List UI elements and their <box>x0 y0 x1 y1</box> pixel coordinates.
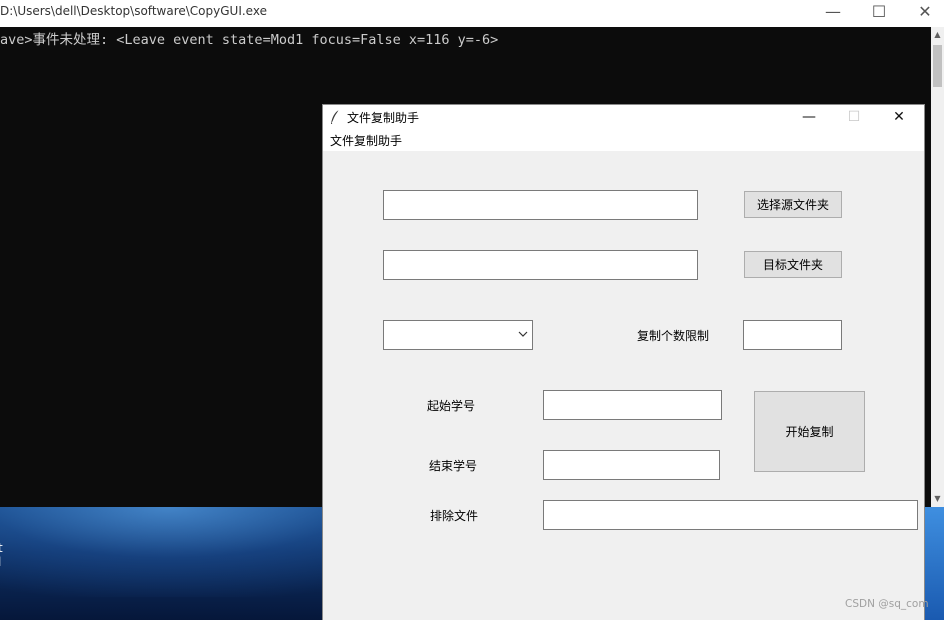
chevron-down-icon[interactable] <box>518 330 528 338</box>
desktop-icon-label-fragment: tl <box>0 541 3 569</box>
option-combobox[interactable] <box>383 320 533 350</box>
console-window-title: D:\Users\dell\Desktop\software\CopyGUI.e… <box>0 4 267 18</box>
target-folder-input[interactable] <box>383 250 698 280</box>
console-close-button[interactable]: ✕ <box>910 2 940 24</box>
app-menu-item[interactable]: 文件复制助手 <box>330 132 402 149</box>
app-menubar: 文件复制助手 <box>323 130 924 151</box>
exclude-files-label: 排除文件 <box>430 509 479 523</box>
app-maximize-button[interactable]: ☐ <box>832 106 876 128</box>
copy-limit-label: 复制个数限制 <box>637 329 710 343</box>
end-id-label: 结束学号 <box>429 459 478 473</box>
console-output-line: ave>事件未处理: <Leave event state=Mod1 focus… <box>0 32 499 48</box>
scrollbar-thumb[interactable] <box>933 45 942 87</box>
app-titlebar[interactable]: 文件复制助手 — ☐ ✕ <box>323 105 924 130</box>
select-source-folder-button[interactable]: 选择源文件夹 <box>744 191 842 218</box>
start-copy-button[interactable]: 开始复制 <box>754 391 865 472</box>
start-id-input[interactable] <box>543 390 722 420</box>
target-folder-button[interactable]: 目标文件夹 <box>744 251 842 278</box>
file-copy-helper-window: 文件复制助手 — ☐ ✕ 文件复制助手 选择源文件夹 目标文件夹 复制个数限制 … <box>323 105 924 620</box>
console-scrollbar[interactable]: ▲ ▼ <box>931 27 944 507</box>
console-maximize-button[interactable]: ☐ <box>864 2 894 24</box>
end-id-input[interactable] <box>543 450 720 480</box>
start-id-label: 起始学号 <box>427 399 476 413</box>
csdn-watermark: CSDN @sq_com <box>845 598 929 610</box>
console-minimize-button[interactable]: — <box>818 2 848 24</box>
app-window-title: 文件复制助手 <box>347 111 420 125</box>
copy-limit-input[interactable] <box>743 320 842 350</box>
scroll-down-icon[interactable]: ▼ <box>931 491 944 507</box>
tk-feather-icon <box>331 109 340 124</box>
scroll-up-icon[interactable]: ▲ <box>931 27 944 43</box>
app-minimize-button[interactable]: — <box>787 106 831 128</box>
exclude-files-input[interactable] <box>543 500 918 530</box>
app-close-button[interactable]: ✕ <box>877 106 921 128</box>
source-folder-input[interactable] <box>383 190 698 220</box>
console-titlebar: D:\Users\dell\Desktop\software\CopyGUI.e… <box>0 0 944 27</box>
